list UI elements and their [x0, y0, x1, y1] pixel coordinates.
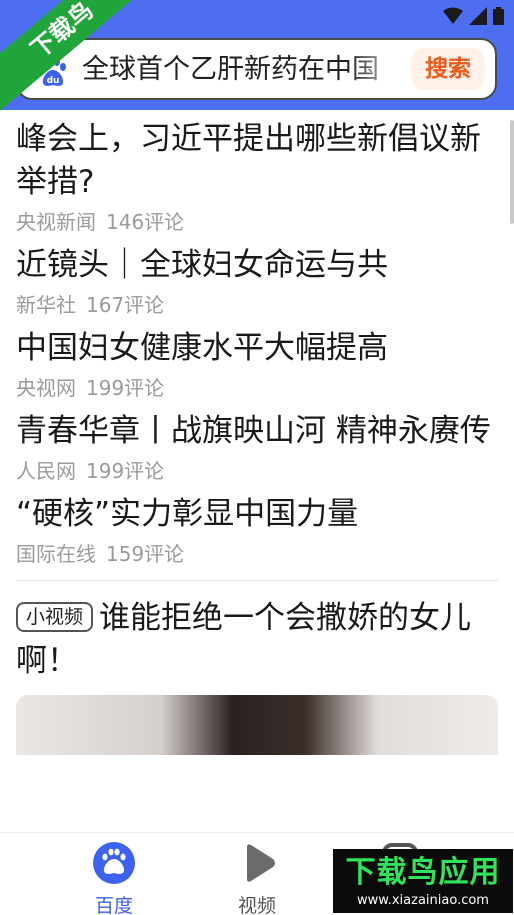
news-source: 人民网 [16, 459, 76, 483]
nav-video-label: 视频 [237, 895, 276, 915]
nav-video[interactable]: 视频 [217, 841, 297, 915]
news-source: 国际在线 [16, 542, 96, 566]
watermark-url: www.xiazainiao.com [357, 893, 489, 908]
video-title[interactable]: 小视频 谁能拒绝一个会撒娇的女儿啊！ [16, 597, 498, 683]
watermark-badge: 下载鸟应用 www.xiazainiao.com [333, 849, 513, 913]
news-source: 央视网 [16, 376, 76, 400]
news-source: 新华社 [16, 293, 76, 317]
news-item[interactable]: 近镜头｜全球妇女命运与共 新华社 167评论 [16, 244, 498, 319]
video-card[interactable]: 小视频 谁能拒绝一个会撒娇的女儿啊！ [16, 597, 498, 755]
news-title[interactable]: 青春华章丨战旗映山河 精神永赓传 [16, 410, 498, 453]
news-comments: 199评论 [86, 376, 165, 400]
news-title[interactable]: “硬核”实力彰显中国力量 [16, 493, 498, 536]
search-fade [348, 50, 418, 90]
news-item[interactable]: “硬核”实力彰显中国力量 国际在线 159评论 [16, 493, 498, 568]
scrollbar[interactable] [510, 120, 514, 224]
news-comments: 159评论 [106, 542, 185, 566]
status-bar [443, 7, 504, 25]
nav-home[interactable]: 百度 [74, 841, 154, 915]
search-box[interactable]: du 全球首个乙肝新药在中国 搜索 [16, 38, 497, 100]
news-title[interactable]: 中国妇女健康水平大幅提高 [16, 327, 498, 370]
video-play-icon [247, 844, 275, 882]
news-meta: 央视新闻 146评论 [16, 208, 498, 236]
divider [16, 580, 498, 581]
battery-icon [493, 7, 504, 25]
news-title[interactable]: 峰会上，习近平提出哪些新倡议新举措? [16, 118, 498, 204]
video-tag-badge: 小视频 [16, 602, 94, 632]
baidu-home-icon [93, 842, 135, 884]
nav-home-label: 百度 [94, 895, 133, 915]
news-comments: 167评论 [86, 293, 165, 317]
news-meta: 国际在线 159评论 [16, 540, 498, 568]
news-source: 央视新闻 [16, 210, 96, 234]
signal-icon [469, 7, 487, 25]
wifi-icon [443, 7, 463, 24]
news-title[interactable]: 近镜头｜全球妇女命运与共 [16, 244, 498, 287]
news-feed: 峰会上，习近平提出哪些新倡议新举措? 央视新闻 146评论 近镜头｜全球妇女命运与… [16, 118, 498, 755]
news-comments: 146评论 [106, 210, 185, 234]
watermark-brand-name: 下载鸟应用 [345, 855, 501, 890]
news-meta: 央视网 199评论 [16, 374, 498, 402]
video-thumbnail[interactable] [16, 695, 498, 755]
news-meta: 人民网 199评论 [16, 457, 498, 485]
news-item[interactable]: 中国妇女健康水平大幅提高 央视网 199评论 [16, 327, 498, 402]
news-item[interactable]: 峰会上，习近平提出哪些新倡议新举措? 央视新闻 146评论 [16, 118, 498, 236]
search-button[interactable]: 搜索 [411, 48, 485, 90]
svg-text:du: du [47, 76, 60, 86]
news-item[interactable]: 青春华章丨战旗映山河 精神永赓传 人民网 199评论 [16, 410, 498, 485]
news-meta: 新华社 167评论 [16, 291, 498, 319]
news-comments: 199评论 [86, 459, 165, 483]
